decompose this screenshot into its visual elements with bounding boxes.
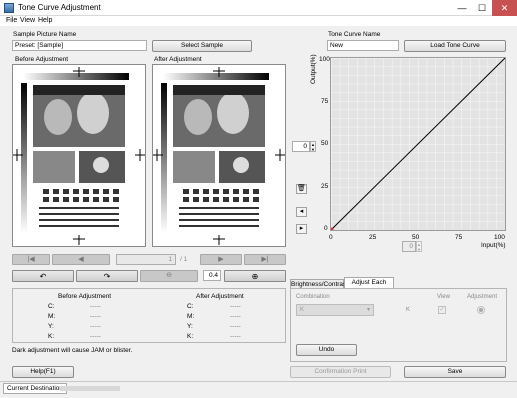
row-k-label-before: K: xyxy=(48,333,55,340)
row-k-before: ----- xyxy=(90,333,101,340)
after-sample-image xyxy=(153,65,285,246)
export-curve-button[interactable]: ▸ xyxy=(296,224,307,234)
y-tick-25: 25 xyxy=(321,183,329,190)
before-preview xyxy=(12,64,146,247)
chevron-down-icon: ▾ xyxy=(366,307,370,313)
x-tick-50: 50 xyxy=(412,234,420,241)
rotate-left-icon: ↶ xyxy=(39,272,47,281)
input-spinner[interactable]: ▲ ▼ xyxy=(416,241,422,252)
output-spinner[interactable]: ▲ ▼ xyxy=(310,141,316,152)
row-y-after: ----- xyxy=(230,323,241,330)
radio-dot xyxy=(479,308,483,312)
input-value-field[interactable]: 0 xyxy=(402,241,416,252)
zoom-in-button[interactable]: ⊕ xyxy=(224,270,286,282)
first-page-button[interactable]: |◀ xyxy=(12,254,50,265)
y-tick-50: 50 xyxy=(321,140,329,147)
rotate-right-button[interactable]: ↷ xyxy=(76,270,138,282)
row-k-after: ----- xyxy=(230,333,241,340)
output-value-field[interactable]: 0 xyxy=(292,141,310,152)
y-tick-100: 100 xyxy=(319,56,330,63)
tone-curve-graph[interactable] xyxy=(330,57,506,231)
row-k-label-after: K: xyxy=(187,333,194,340)
adjustment-label: Adjustment xyxy=(467,294,498,300)
app-icon xyxy=(4,3,14,13)
combination-select[interactable]: K ▾ xyxy=(296,304,374,316)
window-title: Tone Curve Adjustment xyxy=(18,3,101,12)
confirmation-print-button[interactable]: Confirmation Print xyxy=(290,366,391,378)
k-channel-label: K xyxy=(406,307,411,313)
x-axis-label: Input(%) xyxy=(481,242,506,249)
sample-picture-label: Sample Picture Name xyxy=(13,31,77,38)
row-y-label-after: Y: xyxy=(187,323,193,330)
row-y-label-before: Y: xyxy=(48,323,54,330)
row-m-after: ----- xyxy=(230,313,241,320)
page-number-field[interactable]: 1 xyxy=(116,254,176,265)
import-curve-button[interactable]: ◂ xyxy=(296,207,307,217)
row-c-label-after: C: xyxy=(187,303,194,310)
zoom-value[interactable]: 0.4 xyxy=(203,270,221,281)
current-destination-label: Current Destination xyxy=(3,383,67,394)
after-adjustment-label: After Adjustment xyxy=(154,56,202,63)
maximize-button[interactable]: ☐ xyxy=(472,0,492,16)
minimize-button[interactable]: — xyxy=(452,0,472,16)
adjustment-radio[interactable] xyxy=(477,306,485,314)
load-tone-curve-button[interactable]: Load Tone Curve xyxy=(404,40,506,52)
sample-picture-field[interactable]: Preset: [Sample] xyxy=(12,40,147,51)
tone-curve-name-field[interactable]: New xyxy=(327,40,399,51)
tone-curve-label: Tone Curve Name xyxy=(328,31,381,38)
help-button[interactable]: Help(F1) xyxy=(12,366,74,378)
zoom-in-icon: ⊕ xyxy=(251,272,259,281)
menu-view[interactable]: View xyxy=(20,17,35,24)
before-values-header: Before Adjustment xyxy=(58,293,112,300)
menu-file[interactable]: File xyxy=(6,17,17,24)
before-adjustment-label: Before Adjustment xyxy=(15,56,69,63)
row-c-before: ----- xyxy=(90,303,101,310)
x-tick-100: 100 xyxy=(494,234,505,241)
row-c-after: ----- xyxy=(230,303,241,310)
before-sample-image xyxy=(13,65,145,246)
next-page-button[interactable]: ▶ xyxy=(200,254,242,265)
y-tick-0: 0 xyxy=(324,225,328,232)
menu-bar xyxy=(0,16,517,26)
save-button[interactable]: Save xyxy=(404,366,506,378)
row-y-before: ----- xyxy=(90,323,101,330)
arrow-right-icon: ▸ xyxy=(299,225,304,232)
x-tick-75: 75 xyxy=(455,234,463,241)
destination-value xyxy=(60,386,120,391)
curve-plot[interactable] xyxy=(330,57,506,231)
view-checkbox[interactable]: ✓ xyxy=(438,306,446,314)
prev-page-button[interactable]: ◀ xyxy=(52,254,110,265)
x-tick-0: 0 xyxy=(329,234,333,241)
zoom-out-icon: ⊖ xyxy=(166,272,172,279)
page-total: / 1 xyxy=(180,256,188,263)
combination-label: Combination xyxy=(296,294,330,300)
zoom-out-button[interactable]: ⊖ xyxy=(140,270,198,282)
last-page-button[interactable]: ▶| xyxy=(244,254,286,265)
menu-help[interactable]: Help xyxy=(38,17,52,24)
rotate-right-icon: ↷ xyxy=(103,272,111,281)
row-m-label-after: M: xyxy=(187,313,195,320)
trash-icon: 🗑 xyxy=(297,185,306,192)
undo-button[interactable]: Undo xyxy=(296,344,357,356)
row-c-label-before: C: xyxy=(48,303,55,310)
row-m-label-before: M: xyxy=(48,313,56,320)
row-m-before: ----- xyxy=(90,313,101,320)
warning-text: Dark adjustment will cause JAM or bliste… xyxy=(12,347,133,354)
after-preview xyxy=(152,64,286,247)
delete-point-button[interactable]: 🗑 xyxy=(296,184,307,194)
arrow-left-icon: ◂ xyxy=(299,208,304,215)
close-button[interactable]: ✕ xyxy=(492,0,517,16)
x-tick-25: 25 xyxy=(369,234,377,241)
rotate-left-button[interactable]: ↶ xyxy=(12,270,74,282)
after-values-header: After Adjustment xyxy=(196,293,244,300)
view-label: View xyxy=(437,294,450,300)
y-axis-label: Output(%) xyxy=(310,54,317,84)
select-sample-button[interactable]: Select Sample xyxy=(152,40,252,52)
y-tick-75: 75 xyxy=(321,98,329,105)
